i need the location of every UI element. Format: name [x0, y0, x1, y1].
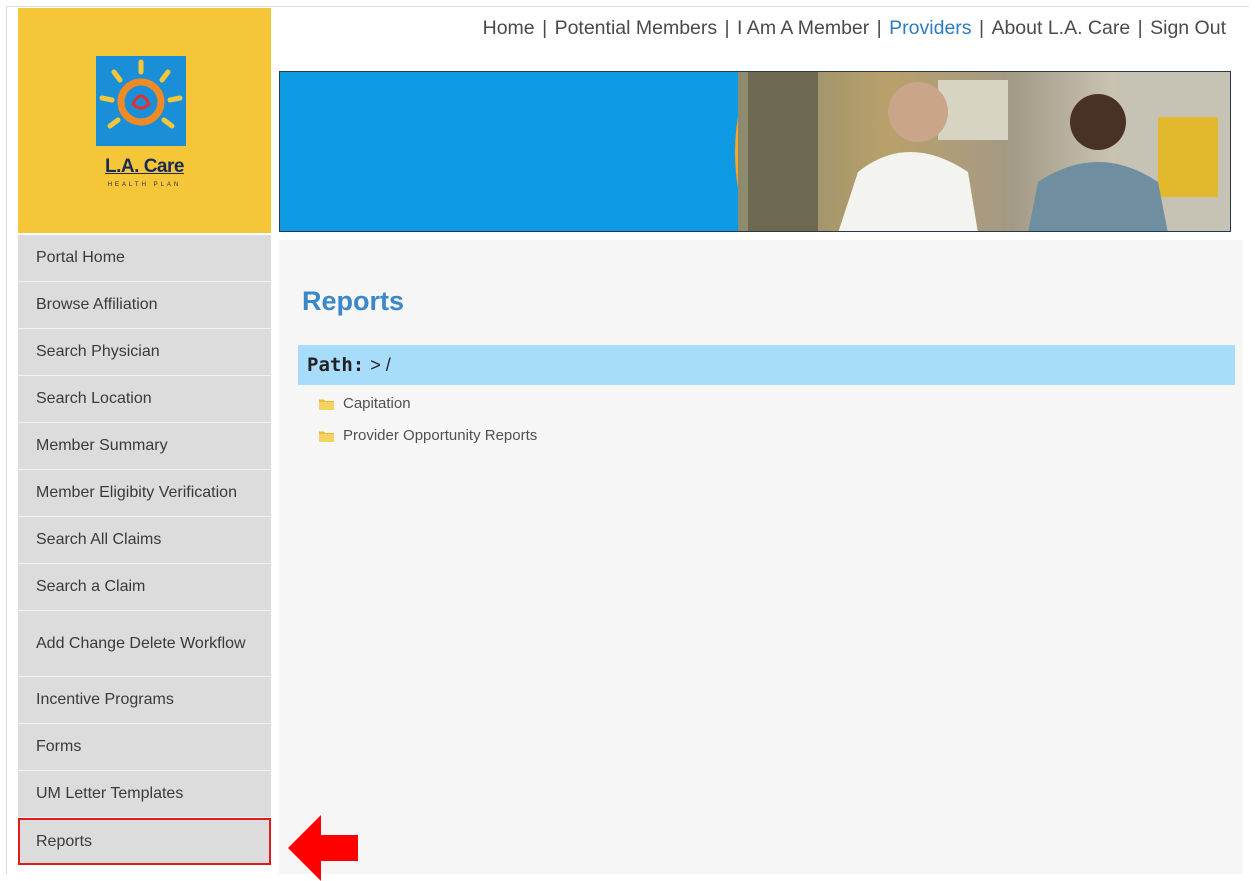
logo[interactable]: L.A. Care HEALTH PLAN [18, 8, 271, 233]
sidebar-item-search-location[interactable]: Search Location [18, 376, 271, 423]
path-value[interactable]: > / [370, 355, 391, 376]
sidebar-item-um-letter-templates[interactable]: UM Letter Templates [18, 771, 271, 818]
sidebar-item-add-change-delete-workflow[interactable]: Add Change Delete Workflow [18, 611, 271, 677]
sidebar-item-member-summary[interactable]: Member Summary [18, 423, 271, 470]
nav-link-home[interactable]: Home [483, 17, 535, 39]
red-arrow-icon [288, 815, 358, 881]
nav-separator: | [973, 17, 990, 39]
doctors-photo [738, 72, 1230, 231]
nav-link-about[interactable]: About L.A. Care [991, 17, 1130, 39]
nav-separator: | [1132, 17, 1149, 39]
sidebar-nav: Portal Home Browse Affiliation Search Ph… [18, 235, 271, 865]
sidebar-item-incentive-programs[interactable]: Incentive Programs [18, 677, 271, 724]
main-content: Reports Path: > / Capitation Provider Op… [279, 240, 1243, 874]
nav-separator: | [536, 17, 553, 39]
sidebar-item-reports[interactable]: Reports [18, 818, 271, 865]
folder-icon [319, 399, 334, 410]
sidebar-item-browse-affiliation[interactable]: Browse Affiliation [18, 282, 271, 329]
nav-link-i-am-a-member[interactable]: I Am A Member [737, 17, 869, 39]
path-label: Path: [307, 354, 365, 376]
breadcrumb: Path: > / [298, 345, 1235, 385]
nav-separator: | [871, 17, 888, 39]
sidebar-item-member-eligibility-verification[interactable]: Member Eligibity Verification [18, 470, 271, 517]
sidebar-item-search-physician[interactable]: Search Physician [18, 329, 271, 376]
folder-label: Provider Opportunity Reports [343, 427, 538, 444]
nav-link-potential-members[interactable]: Potential Members [555, 17, 718, 39]
sidebar-item-forms[interactable]: Forms [18, 724, 271, 771]
nav-link-sign-out[interactable]: Sign Out [1150, 17, 1226, 39]
sidebar-item-search-a-claim[interactable]: Search a Claim [18, 564, 271, 611]
folder-label: Capitation [343, 395, 411, 412]
sidebar-item-search-all-claims[interactable]: Search All Claims [18, 517, 271, 564]
folder-icon [319, 431, 334, 442]
folder-provider-opportunity-reports[interactable]: Provider Opportunity Reports [319, 427, 537, 444]
folder-capitation[interactable]: Capitation [319, 395, 411, 412]
sun-logo-icon [96, 56, 186, 146]
header-banner [279, 71, 1231, 232]
logo-name: L.A. Care [105, 156, 184, 177]
nav-link-providers[interactable]: Providers [889, 17, 971, 39]
sidebar-item-portal-home[interactable]: Portal Home [18, 235, 271, 282]
logo-tagline: HEALTH PLAN [107, 182, 182, 188]
top-nav: Home | Potential Members | I Am A Member… [483, 17, 1226, 40]
nav-separator: | [719, 17, 736, 39]
page-title: Reports [302, 286, 405, 316]
